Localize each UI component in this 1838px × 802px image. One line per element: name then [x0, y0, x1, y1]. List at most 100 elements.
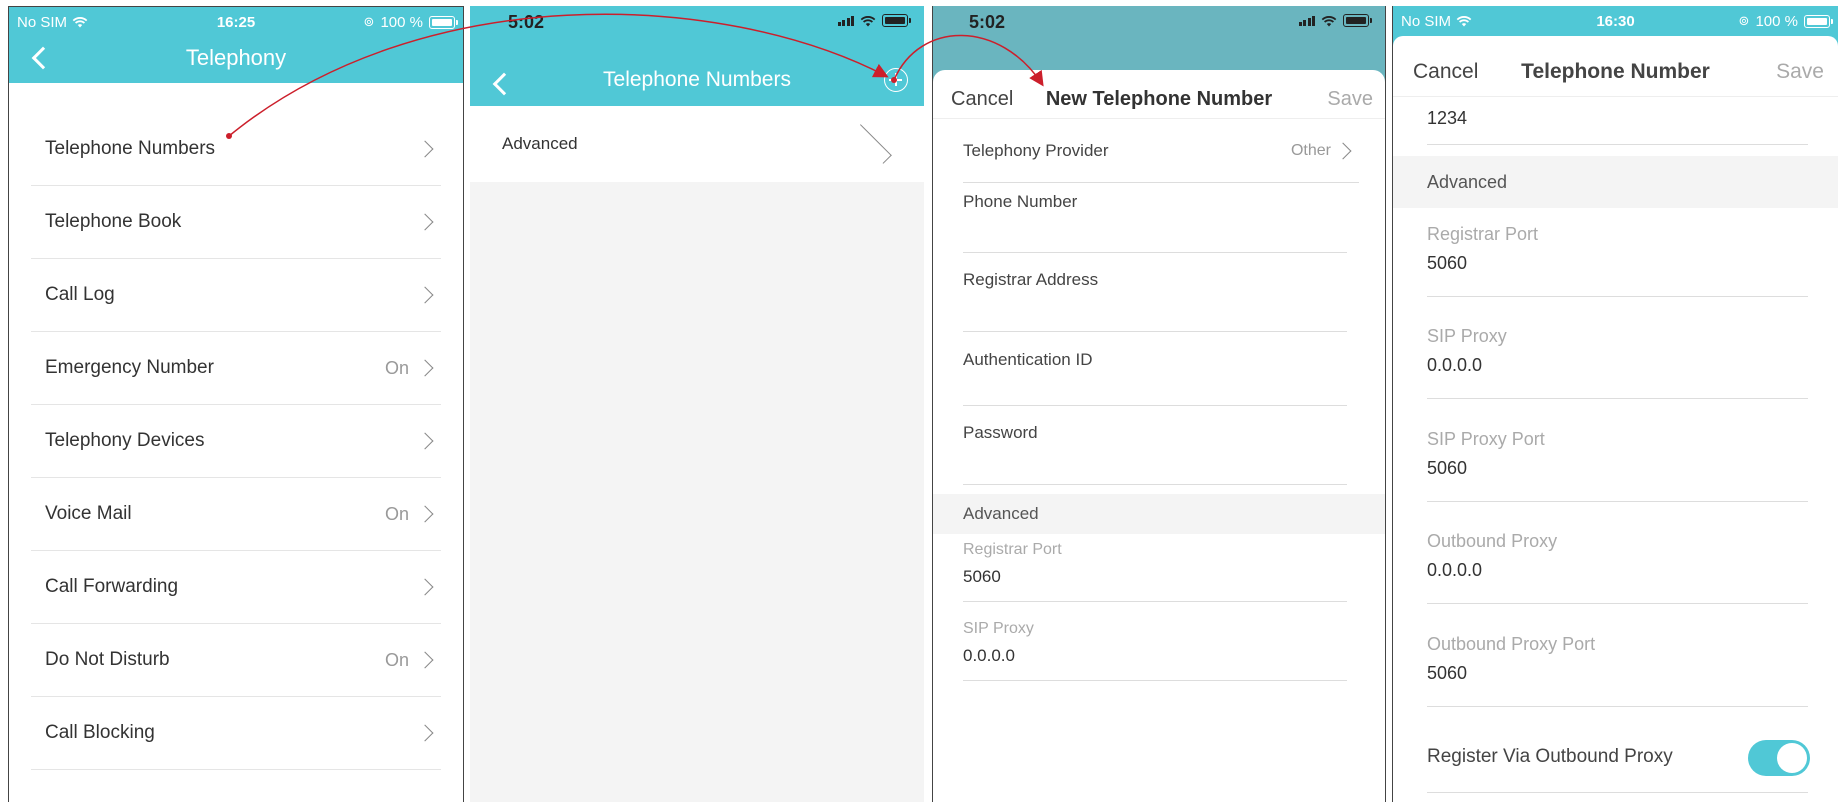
list-item-call-forwarding[interactable]: Call Forwarding: [31, 551, 441, 624]
authentication-id-field[interactable]: Authentication ID: [963, 350, 1347, 406]
registrar-port-field[interactable]: Registrar Port 5060: [1427, 224, 1808, 297]
clock: 5:02: [969, 12, 1006, 32]
form-sheet: Cancel New Telephone Number Save Telepho…: [933, 70, 1385, 802]
chevron-right-icon: [416, 140, 434, 158]
telephone-number-detail-screen: No SIM 16:30 ⊚ 100 % Cancel Telephone Num…: [1392, 6, 1838, 802]
status-bar: No SIM 16:25 ⊚ 100 %: [9, 9, 463, 35]
item-label: Voice Mail: [45, 503, 132, 524]
advanced-section-header: Advanced: [933, 494, 1385, 534]
save-button[interactable]: Save: [1327, 88, 1373, 111]
field-label: Outbound Proxy Port: [1427, 634, 1596, 654]
chevron-right-icon: [416, 359, 434, 377]
orientation-lock-icon: ⊚: [363, 14, 375, 29]
item-value: On: [384, 357, 409, 378]
sip-proxy-field[interactable]: SIP Proxy 0.0.0.0: [963, 620, 1347, 681]
item-label: Call Blocking: [45, 722, 155, 743]
field-label: Registrar Port: [1427, 224, 1539, 244]
item-label: Do Not Disturb: [45, 649, 170, 670]
item-value: On: [384, 503, 409, 524]
field-label: Authentication ID: [963, 350, 1093, 369]
section-label: Advanced: [1427, 171, 1508, 192]
item-label: Advanced: [502, 134, 578, 153]
advanced-section-header: Advanced: [1393, 156, 1838, 208]
field-value: 0.0.0.0: [1427, 560, 1483, 580]
field-value: 5060: [1427, 458, 1468, 478]
telephony-screen: No SIM 16:25 ⊚ 100 % Telephony Telephone …: [8, 6, 464, 802]
list-item-telephone-book[interactable]: Telephone Book: [31, 186, 441, 259]
battery-icon: [1804, 14, 1833, 28]
list-item-advanced[interactable]: Advanced: [470, 106, 924, 182]
clock: 5:02: [508, 12, 545, 32]
settings-list: Telephone Numbers Telephone Book Call Lo…: [31, 113, 441, 770]
divider: [933, 118, 1385, 119]
signal-icon: [837, 15, 854, 26]
chevron-right-icon: [416, 724, 434, 742]
field-label: Password: [963, 423, 1038, 442]
list-item-telephony-devices[interactable]: Telephony Devices: [31, 405, 441, 478]
sheet-title: Telephone Number: [1521, 60, 1710, 83]
field-label: Outbound Proxy: [1427, 531, 1558, 551]
provider-value: Other: [1290, 142, 1331, 159]
section-label: Advanced: [963, 504, 1039, 523]
new-telephone-number-screen: 5:02 Cancel New Telephone Number Save Te…: [932, 6, 1386, 802]
register-via-outbound-proxy-toggle[interactable]: [1748, 740, 1810, 776]
battery-icon: [1343, 14, 1372, 27]
field-label: Phone Number: [963, 192, 1078, 211]
status-bar: No SIM 16:30 ⊚ 100 %: [1393, 8, 1838, 34]
item-label: Telephony Devices: [45, 430, 205, 451]
list-item-call-log[interactable]: Call Log: [31, 259, 441, 332]
sheet-header: Cancel Telephone Number Save: [1393, 36, 1838, 97]
telephony-provider-row[interactable]: Telephony Provider Other: [963, 120, 1359, 183]
sip-proxy-field[interactable]: SIP Proxy 0.0.0.0: [1427, 326, 1808, 399]
chevron-right-icon: [416, 578, 434, 596]
status-bar: 5:02: [933, 6, 1385, 32]
chevron-right-icon: [852, 124, 892, 164]
field-label: Telephony Provider: [963, 141, 1109, 160]
field-label: SIP Proxy Port: [1427, 429, 1545, 449]
outbound-proxy-port-field[interactable]: Outbound Proxy Port 5060: [1427, 634, 1808, 707]
field-label: SIP Proxy: [1427, 326, 1507, 346]
telephone-numbers-screen: 5:02 Telephone Numbers Advanced: [470, 6, 924, 802]
toggle-label: Register Via Outbound Proxy: [1427, 746, 1673, 767]
wifi-icon: [860, 15, 876, 26]
page-title: Telephone Numbers: [603, 68, 791, 91]
list-item-voice-mail[interactable]: Voice Mail On: [31, 478, 441, 551]
field-label: SIP Proxy: [963, 620, 1034, 637]
password-field[interactable]: Password: [963, 423, 1347, 485]
registrar-address-field[interactable]: Registrar Address: [963, 270, 1347, 332]
orientation-lock-icon: ⊚: [1738, 13, 1750, 28]
chevron-right-icon: [416, 432, 434, 450]
chevron-right-icon: [1334, 142, 1352, 160]
chevron-right-icon: [416, 213, 434, 231]
wifi-icon: [1321, 15, 1337, 26]
chevron-right-icon: [416, 286, 434, 304]
field-value: 0.0.0.0: [1427, 355, 1483, 375]
list-item-emergency-number[interactable]: Emergency Number On: [31, 332, 441, 405]
list-item-do-not-disturb[interactable]: Do Not Disturb On: [31, 624, 441, 697]
outbound-proxy-field[interactable]: Outbound Proxy 0.0.0.0: [1427, 531, 1808, 604]
list-item-telephone-numbers[interactable]: Telephone Numbers: [31, 113, 441, 186]
field-value: 5060: [1427, 663, 1468, 683]
chevron-right-icon: [416, 651, 434, 669]
battery-icon: [882, 14, 911, 27]
registrar-port-field[interactable]: Registrar Port 5060: [963, 541, 1347, 602]
battery-percent: 100 %: [380, 13, 423, 31]
page-title: Telephony: [185, 45, 287, 70]
field-label: Registrar Port: [963, 541, 1062, 558]
field-label: Registrar Address: [963, 270, 1099, 289]
sip-proxy-port-field[interactable]: SIP Proxy Port 5060: [1427, 429, 1808, 502]
add-icon[interactable]: [884, 68, 908, 92]
field-value: 0.0.0.0: [963, 646, 1015, 665]
item-label: Telephone Book: [45, 211, 182, 232]
battery-icon: [429, 15, 458, 29]
phone-number-field[interactable]: Phone Number: [963, 192, 1347, 253]
item-label: Call Log: [45, 284, 115, 305]
number-field[interactable]: 1234: [1427, 108, 1808, 145]
sheet-title: New Telephone Number: [1045, 88, 1273, 110]
save-button[interactable]: Save: [1776, 60, 1824, 84]
item-label: Call Forwarding: [45, 576, 179, 597]
item-value: On: [384, 649, 409, 670]
list-item-call-blocking[interactable]: Call Blocking: [31, 697, 441, 770]
battery-percent: 100 %: [1755, 12, 1798, 30]
signal-icon: [1298, 15, 1315, 26]
